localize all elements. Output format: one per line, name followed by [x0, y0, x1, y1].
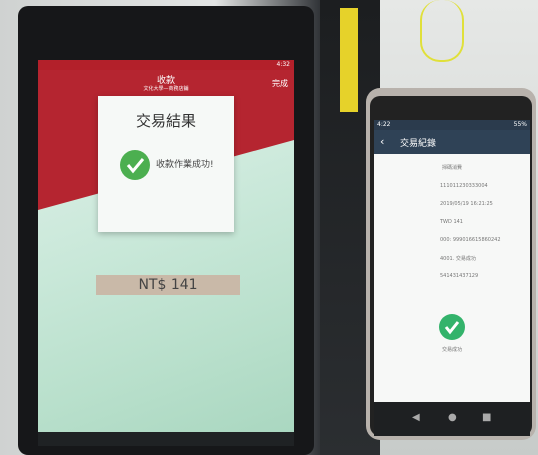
- detail-row: 4001. 交易成功: [440, 256, 476, 262]
- result-card: 交易結果 收款作業成功!: [98, 96, 234, 232]
- recents-nav-icon[interactable]: ■: [482, 412, 491, 423]
- detail-row: TWD 141: [440, 219, 463, 225]
- tablet-screen: 4:32 收款 文化大學—商務店鋪 完成 交易結果 收款作業成功! NT$ 14…: [38, 60, 294, 446]
- phone-header-title: 交易紀錄: [400, 139, 437, 149]
- detail-row: 2019/05/19 16:21:25: [440, 201, 493, 207]
- phone-nav-bar: ◀ ● ■: [374, 402, 530, 436]
- phone-status-bar: 4:22 55%: [374, 120, 530, 130]
- phone-header: ‹ 交易紀錄: [374, 130, 530, 154]
- amount-bar: NT$ 141: [96, 275, 240, 295]
- home-nav-icon[interactable]: ●: [448, 412, 457, 423]
- tablet-status-bar: 4:32: [38, 60, 294, 70]
- done-button[interactable]: 完成: [272, 78, 288, 89]
- detail-row: 111011230333004: [440, 183, 488, 189]
- yellow-clip-object: [340, 8, 358, 112]
- back-nav-icon[interactable]: ◀: [412, 412, 420, 423]
- check-icon: [120, 150, 150, 180]
- phone-status-time: 4:22: [377, 121, 391, 128]
- check-icon: [439, 314, 465, 340]
- chevron-left-icon[interactable]: ‹: [380, 135, 384, 148]
- photo-scene: 4:32 收款 文化大學—商務店鋪 完成 交易結果 收款作業成功! NT$ 14…: [0, 0, 538, 455]
- tablet-header-subtitle: 文化大學—商務店鋪: [143, 86, 189, 92]
- yellow-cable: [420, 0, 464, 62]
- tablet-status-time: 4:32: [276, 61, 290, 68]
- detail-row: 000: 999016615860242: [440, 237, 501, 243]
- result-title: 交易結果: [135, 112, 196, 130]
- tablet-nav-bar: [38, 432, 294, 446]
- phone-screen: 4:22 55% ‹ 交易紀錄 掃碼消費 111011230333004 201…: [374, 120, 530, 436]
- amount-text: NT$ 141: [138, 277, 198, 293]
- success-text: 收款作業成功!: [156, 160, 214, 170]
- detail-row: 掃碼消費: [442, 165, 463, 171]
- transaction-detail: 掃碼消費 111011230333004 2019/05/19 16:21:25…: [374, 154, 530, 424]
- phone-status-battery: 55%: [513, 121, 527, 128]
- success-caption: 交易成功: [441, 347, 462, 353]
- detail-row: 541431437129: [440, 273, 479, 279]
